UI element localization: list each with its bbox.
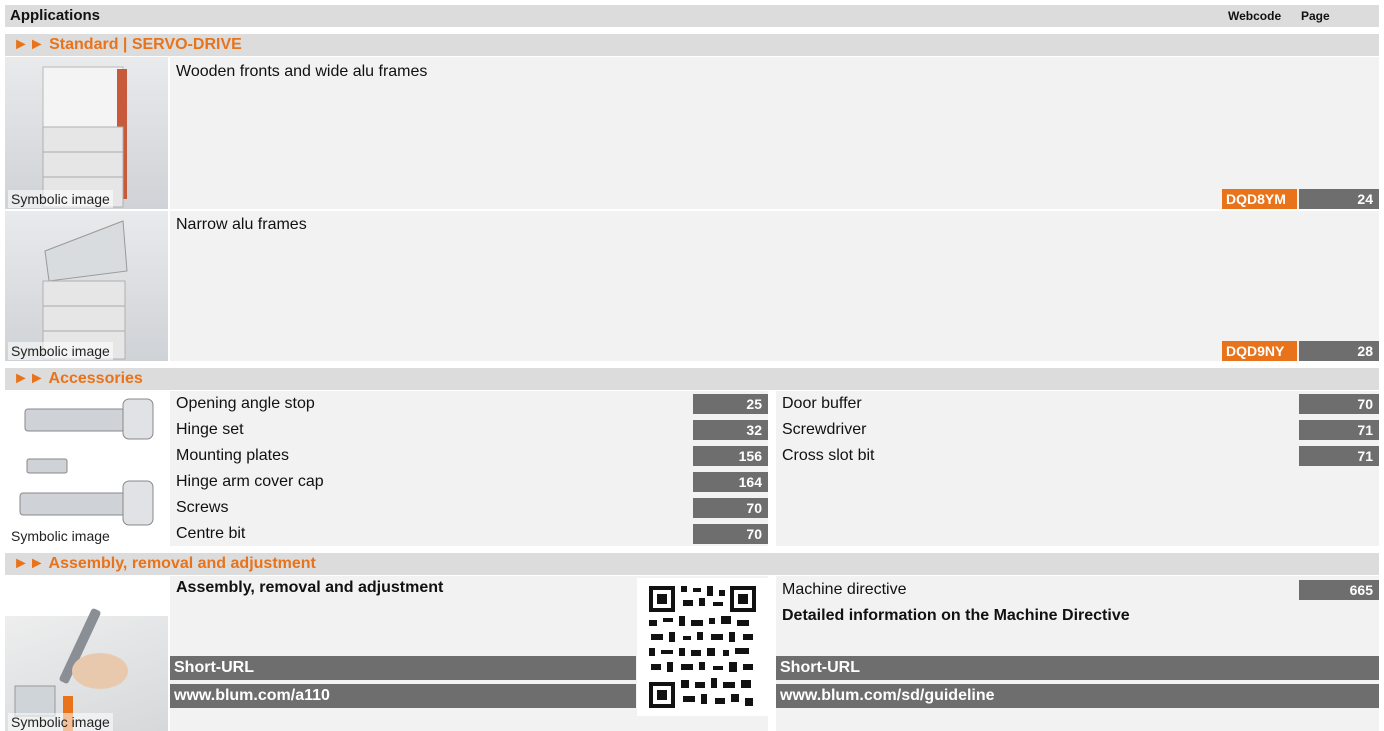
list-item: Centre bit	[176, 525, 246, 542]
short-url-label: Short-URL	[776, 656, 1379, 680]
section-assembly: ►► Assembly, removal and adjustment	[5, 553, 1379, 575]
webcode-badge[interactable]: DQD9NY	[1222, 341, 1297, 361]
page-badge[interactable]: 70	[1299, 394, 1379, 414]
symbolic-image-caption: Symbolic image	[8, 527, 113, 545]
webcode-badge[interactable]: DQD8YM	[1222, 189, 1297, 209]
short-url-link[interactable]: www.blum.com/a110	[170, 684, 636, 708]
screwdriver-illustration-icon	[5, 576, 168, 731]
product-image-wide-frames: Symbolic image	[5, 57, 168, 209]
page-badge[interactable]: 164	[693, 472, 768, 492]
page-badge[interactable]: 70	[693, 524, 768, 544]
page-badge[interactable]: 665	[1299, 580, 1379, 600]
qr-code-icon[interactable]	[637, 578, 768, 716]
page-badge[interactable]: 25	[693, 394, 768, 414]
row-title: Wooden fronts and wide alu frames	[176, 63, 428, 80]
table-header: Applications Webcode Page	[5, 5, 1379, 27]
machine-directive-label: Machine directive	[782, 581, 907, 598]
short-url-label: Short-URL	[170, 656, 636, 680]
list-item: Door buffer	[782, 395, 862, 412]
page-badge[interactable]: 70	[693, 498, 768, 518]
page-badge[interactable]: 32	[693, 420, 768, 440]
accessories-image: Symbolic image	[5, 391, 168, 546]
machine-detail-title: Detailed information on the Machine Dire…	[782, 607, 1130, 624]
short-url-link[interactable]: www.blum.com/sd/guideline	[776, 684, 1379, 708]
symbolic-image-caption: Symbolic image	[8, 342, 113, 360]
symbolic-image-caption: Symbolic image	[8, 713, 113, 731]
page-badge[interactable]: 156	[693, 446, 768, 466]
page-badge[interactable]: 28	[1299, 341, 1379, 361]
page-heading: Page	[1301, 9, 1330, 23]
assembly-image: Symbolic image	[5, 576, 168, 731]
accessories-right-panel	[776, 391, 1379, 546]
hinge-illustration-icon	[19, 398, 154, 526]
list-item: Screws	[176, 499, 229, 516]
cabinet-illustration-icon	[42, 66, 127, 208]
list-item: Hinge set	[176, 421, 244, 438]
list-item: Mounting plates	[176, 447, 289, 464]
assembly-title: Assembly, removal and adjustment	[176, 579, 444, 596]
applications-heading: Applications	[10, 7, 101, 24]
page-badge[interactable]: 71	[1299, 420, 1379, 440]
list-item: Screwdriver	[782, 421, 867, 438]
list-item: Opening angle stop	[176, 395, 315, 412]
row-narrow-frames	[170, 211, 1379, 361]
page-badge[interactable]: 24	[1299, 189, 1379, 209]
list-item: Hinge arm cover cap	[176, 473, 324, 490]
list-item: Cross slot bit	[782, 447, 875, 464]
webcode-heading: Webcode	[1228, 9, 1282, 23]
section-accessories: ►► Accessories	[5, 368, 1379, 390]
page-badge[interactable]: 71	[1299, 446, 1379, 466]
product-image-narrow-frames: Symbolic image	[5, 211, 168, 361]
section-standard: ►► Standard | SERVO-DRIVE	[5, 34, 1379, 56]
cabinet-illustration-icon	[42, 220, 128, 360]
row-title: Narrow alu frames	[176, 216, 307, 233]
accessories-left-panel	[170, 391, 768, 546]
symbolic-image-caption: Symbolic image	[8, 190, 113, 208]
